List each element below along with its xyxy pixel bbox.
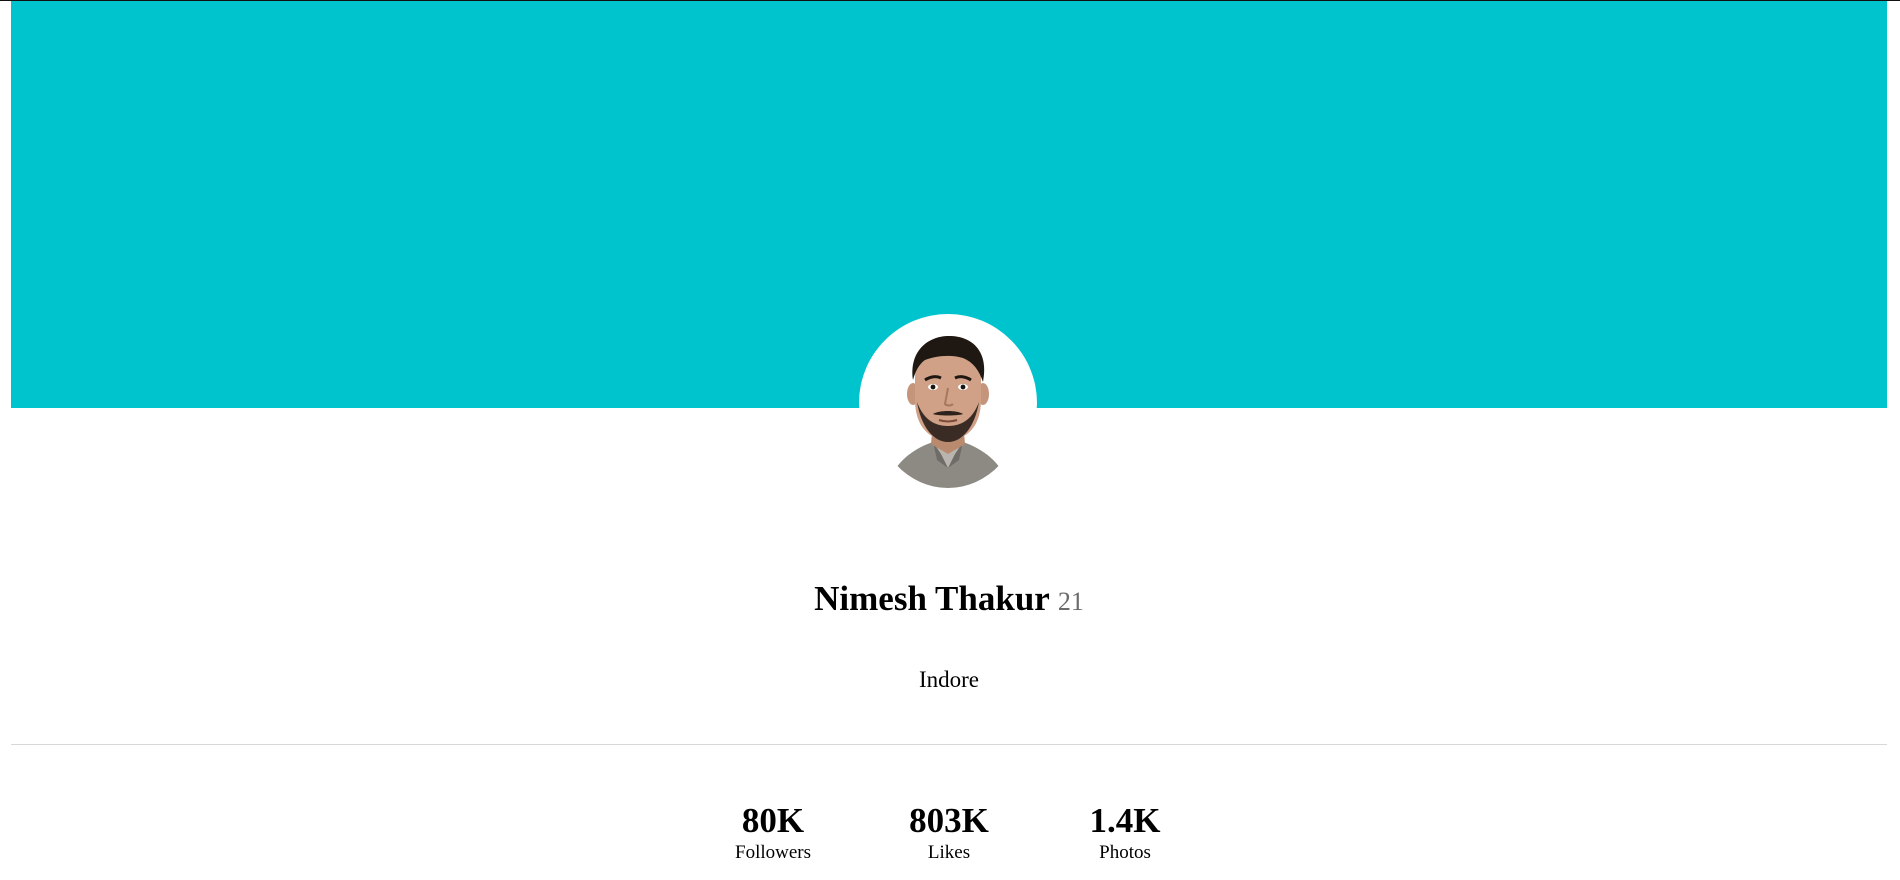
profile-age: 21 — [1057, 587, 1084, 616]
stat-value: 1.4K — [1089, 801, 1161, 840]
name-row: Nimesh Thakur 21 — [11, 579, 1887, 619]
stat-likes: 803K Likes — [861, 801, 1037, 865]
stat-photos: 1.4K Photos — [1037, 801, 1213, 865]
avatar — [875, 330, 1021, 488]
stat-label: Photos — [1099, 842, 1151, 863]
stat-followers: 80K Followers — [685, 801, 861, 865]
stat-label: Followers — [735, 842, 811, 863]
profile-city: Indore — [918, 667, 980, 692]
stats-row: 80K Followers 803K Likes 1.4K Photos — [11, 801, 1887, 865]
divider — [11, 744, 1887, 745]
stat-value: 803K — [909, 801, 989, 840]
stat-value: 80K — [741, 801, 805, 840]
stat-label: Likes — [927, 842, 971, 863]
page: Nimesh Thakur 21 Indore 80K Followers 803… — [0, 0, 1900, 880]
profile-name: Nimesh Thakur — [814, 579, 1050, 618]
profile-card: Nimesh Thakur 21 Indore 80K Followers 803… — [11, 1, 1887, 880]
profile-photo-icon — [875, 330, 1021, 488]
